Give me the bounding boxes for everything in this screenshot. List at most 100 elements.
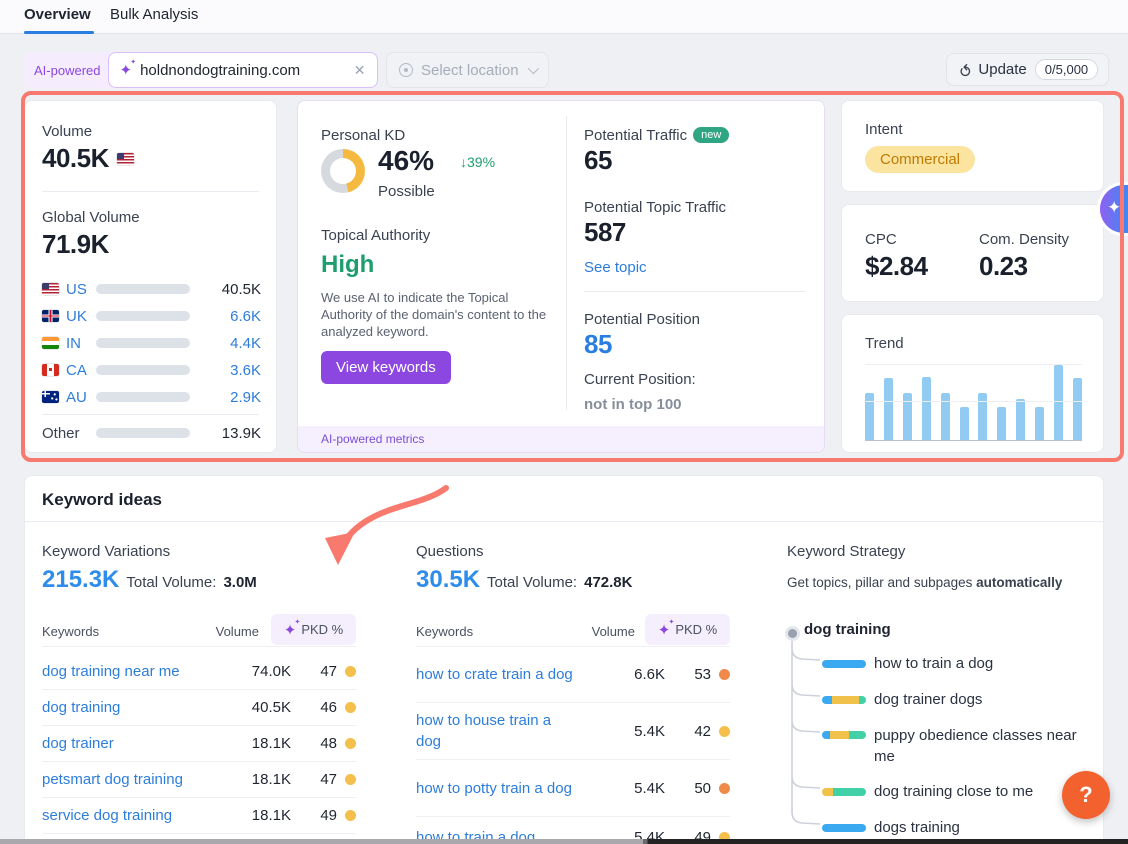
divider [42, 191, 259, 192]
cpc-value: $2.84 [865, 251, 928, 282]
questions-total-value: 472.8K [584, 574, 632, 591]
personal-kd-label: Personal KD [321, 127, 405, 144]
pillar-bar [822, 731, 866, 739]
topical-authority-label: Topical Authority [321, 227, 430, 244]
table-row: dog training 40.5K 46 [42, 690, 356, 726]
keyword-input-box[interactable]: ✦ ✕ [108, 52, 378, 88]
trend-bar-chart [865, 365, 1082, 441]
update-button[interactable]: ⟳ Update 0/5,000 [946, 53, 1109, 86]
trend-card: Trend [841, 314, 1104, 453]
clear-input-icon[interactable]: ✕ [352, 62, 368, 79]
tree-root-dot [788, 629, 797, 638]
ai-powered-badge: AI-powered [34, 63, 100, 78]
tab-bulk-analysis[interactable]: Bulk Analysis [110, 6, 198, 23]
column-header-volume: Volume [585, 624, 635, 639]
questions-label: Questions [416, 543, 484, 560]
pkd-value: 50 [665, 780, 711, 797]
country-value: 4.4K [190, 335, 261, 352]
com-density-value: 0.23 [979, 251, 1028, 282]
volume-value: 74.0K [239, 663, 291, 680]
divider [42, 414, 259, 415]
strategy-child-row[interactable]: how to train a dog [822, 653, 993, 674]
location-select[interactable]: Select location [386, 52, 549, 88]
keyword-ideas-title: Keyword ideas [42, 490, 162, 510]
potential-position-label: Potential Position [584, 311, 700, 328]
us-flag-icon [42, 283, 59, 295]
topical-authority-description: We use AI to indicate the Topical Author… [321, 289, 553, 340]
com-density-label: Com. Density [979, 231, 1069, 248]
potential-traffic-label: Potential Traffic [584, 127, 687, 144]
country-value: 6.6K [190, 308, 261, 325]
ai-assistant-button[interactable]: ✦ [1100, 185, 1128, 233]
pillar-bar [822, 824, 866, 832]
country-row-ca: CA 3.6K [42, 361, 261, 379]
country-link-uk[interactable]: UK [66, 308, 96, 325]
keyword-link[interactable]: dog trainer [42, 733, 239, 754]
country-link-ca[interactable]: CA [66, 362, 96, 379]
pkd-difficulty-dot [719, 669, 730, 680]
kd-delta: ↓39% [460, 154, 495, 170]
ai-sparkle-icon: ✦ [119, 61, 132, 79]
table-row: dog training near me 74.0K 47 [42, 654, 356, 690]
strategy-child-row[interactable]: dogs training [822, 817, 960, 838]
country-value: 40.5K [190, 281, 261, 298]
country-row-other: Other 13.9K [42, 424, 261, 442]
column-header-pkd[interactable]: ✦ PKD % [645, 614, 730, 645]
questions-count[interactable]: 30.5K [416, 566, 480, 594]
country-value: 13.9K [190, 425, 261, 442]
see-topic-link[interactable]: See topic [584, 259, 647, 276]
volume-value: 18.1K [239, 735, 291, 752]
pkd-value: 48 [291, 735, 337, 752]
keyword-search-group: AI-powered ✦ ✕ [24, 52, 378, 88]
country-link-in[interactable]: IN [66, 335, 96, 352]
intent-card: Intent Commercial [841, 100, 1104, 192]
volume-value: 40.5K [239, 699, 291, 716]
new-badge: new [693, 127, 729, 143]
trend-label: Trend [865, 335, 904, 352]
keyword-link[interactable]: how to potty train a dog [416, 778, 575, 799]
variations-total-value: 3.0M [223, 574, 256, 591]
pkd-difficulty-dot [345, 702, 356, 713]
divider [25, 521, 1103, 522]
cpc-label: CPC [865, 231, 897, 248]
keyword-link[interactable]: how to house train a dog [416, 710, 575, 752]
keyword-strategy-subtitle: Get topics, pillar and subpages automati… [787, 575, 1062, 590]
strategy-root-keyword[interactable]: dog training [804, 621, 891, 638]
volume-value: 40.5K [42, 143, 109, 174]
view-keywords-button[interactable]: View keywords [321, 351, 451, 384]
keyword-input[interactable] [140, 62, 352, 79]
variations-total-label: Total Volume: [126, 574, 216, 591]
country-link-us[interactable]: US [66, 281, 96, 298]
variations-count[interactable]: 215.3K [42, 566, 119, 594]
column-header-volume: Volume [209, 624, 259, 639]
potential-position-value: 85 [584, 329, 612, 360]
australia-flag-icon [42, 391, 59, 403]
tab-overview[interactable]: Overview [24, 6, 91, 23]
ai-powered-metrics-footer: AI-powered metrics [298, 426, 824, 452]
personal-kd-card: Personal KD 46% ↓39% Possible Topical Au… [297, 100, 825, 453]
divider [42, 646, 356, 647]
strategy-child-row[interactable]: puppy obedience classes near me [822, 725, 1094, 767]
keyword-link[interactable]: service dog training [42, 805, 239, 826]
chevron-down-icon [528, 63, 539, 74]
current-position-value: not in top 100 [584, 396, 682, 413]
country-link-au[interactable]: AU [66, 389, 96, 406]
strategy-child-row[interactable]: dog training close to me [822, 781, 1033, 802]
keyword-link[interactable]: dog training [42, 697, 239, 718]
us-flag-icon [117, 153, 134, 165]
help-button[interactable]: ? [1062, 771, 1110, 819]
strategy-child-row[interactable]: dog trainer dogs [822, 689, 982, 710]
country-value: 3.6K [190, 362, 261, 379]
column-header-pkd[interactable]: ✦ PKD % [271, 614, 356, 645]
keyword-link[interactable]: petsmart dog training [42, 769, 239, 790]
keyword-strategy-label: Keyword Strategy [787, 543, 905, 560]
keyword-link[interactable]: dog training near me [42, 661, 239, 682]
refresh-icon: ⟳ [956, 63, 972, 76]
pkd-value: 47 [291, 663, 337, 680]
variations-label: Keyword Variations [42, 543, 170, 560]
active-tab-indicator [24, 31, 94, 34]
volume-label: Volume [42, 123, 92, 140]
keyword-ideas-card: Keyword ideas Keyword Variations 215.3K … [24, 475, 1104, 844]
keyword-link[interactable]: how to crate train a dog [416, 664, 575, 685]
ai-sparkle-icon: ✦ [284, 621, 297, 639]
